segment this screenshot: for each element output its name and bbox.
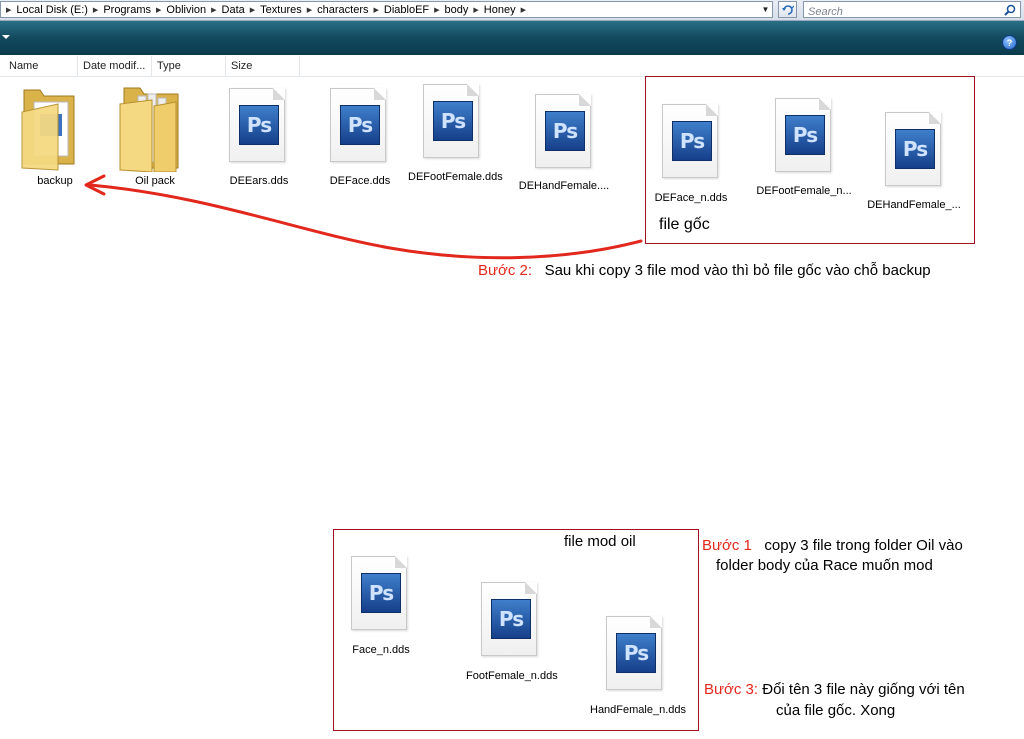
- step1-line1: copy 3 file trong folder Oil vào: [764, 537, 963, 554]
- psd-file-icon: Ps: [481, 582, 537, 656]
- psd-file-item[interactable]: Ps FootFemale_n.dds: [466, 582, 558, 686]
- step3-label: Bước 3:: [704, 681, 759, 698]
- step2-text: Sau khi copy 3 file mod vào thì bỏ file …: [544, 262, 931, 279]
- step2-note: Bước 2: Sau khi copy 3 file mod vào thì …: [478, 262, 931, 279]
- file-label: FootFemale_n.dds: [466, 670, 558, 682]
- step1-label: Bước 1: [702, 537, 752, 554]
- psd-file-item[interactable]: Ps Face_n.dds: [335, 556, 425, 660]
- file-label: Face_n.dds: [352, 644, 410, 656]
- step1-line2: folder body của Race muốn mod: [716, 557, 933, 574]
- step1-note: Bước 1 copy 3 file trong folder Oil vào: [702, 537, 963, 554]
- psd-file-icon: Ps: [606, 616, 662, 690]
- psd-file-item[interactable]: Ps HandFemale_n.dds: [590, 616, 687, 720]
- mod-files-label: file mod oil: [564, 533, 636, 550]
- step3-line2: của file gốc. Xong: [776, 702, 896, 719]
- file-label: HandFemale_n.dds: [590, 704, 687, 716]
- step2-label: Bước 2:: [478, 262, 533, 279]
- psd-file-icon: Ps: [351, 556, 407, 630]
- step3-note: Bước 3: Đổi tên 3 file này giống với tên: [704, 681, 965, 698]
- step3-line1: Đổi tên 3 file này giống với tên: [762, 681, 965, 698]
